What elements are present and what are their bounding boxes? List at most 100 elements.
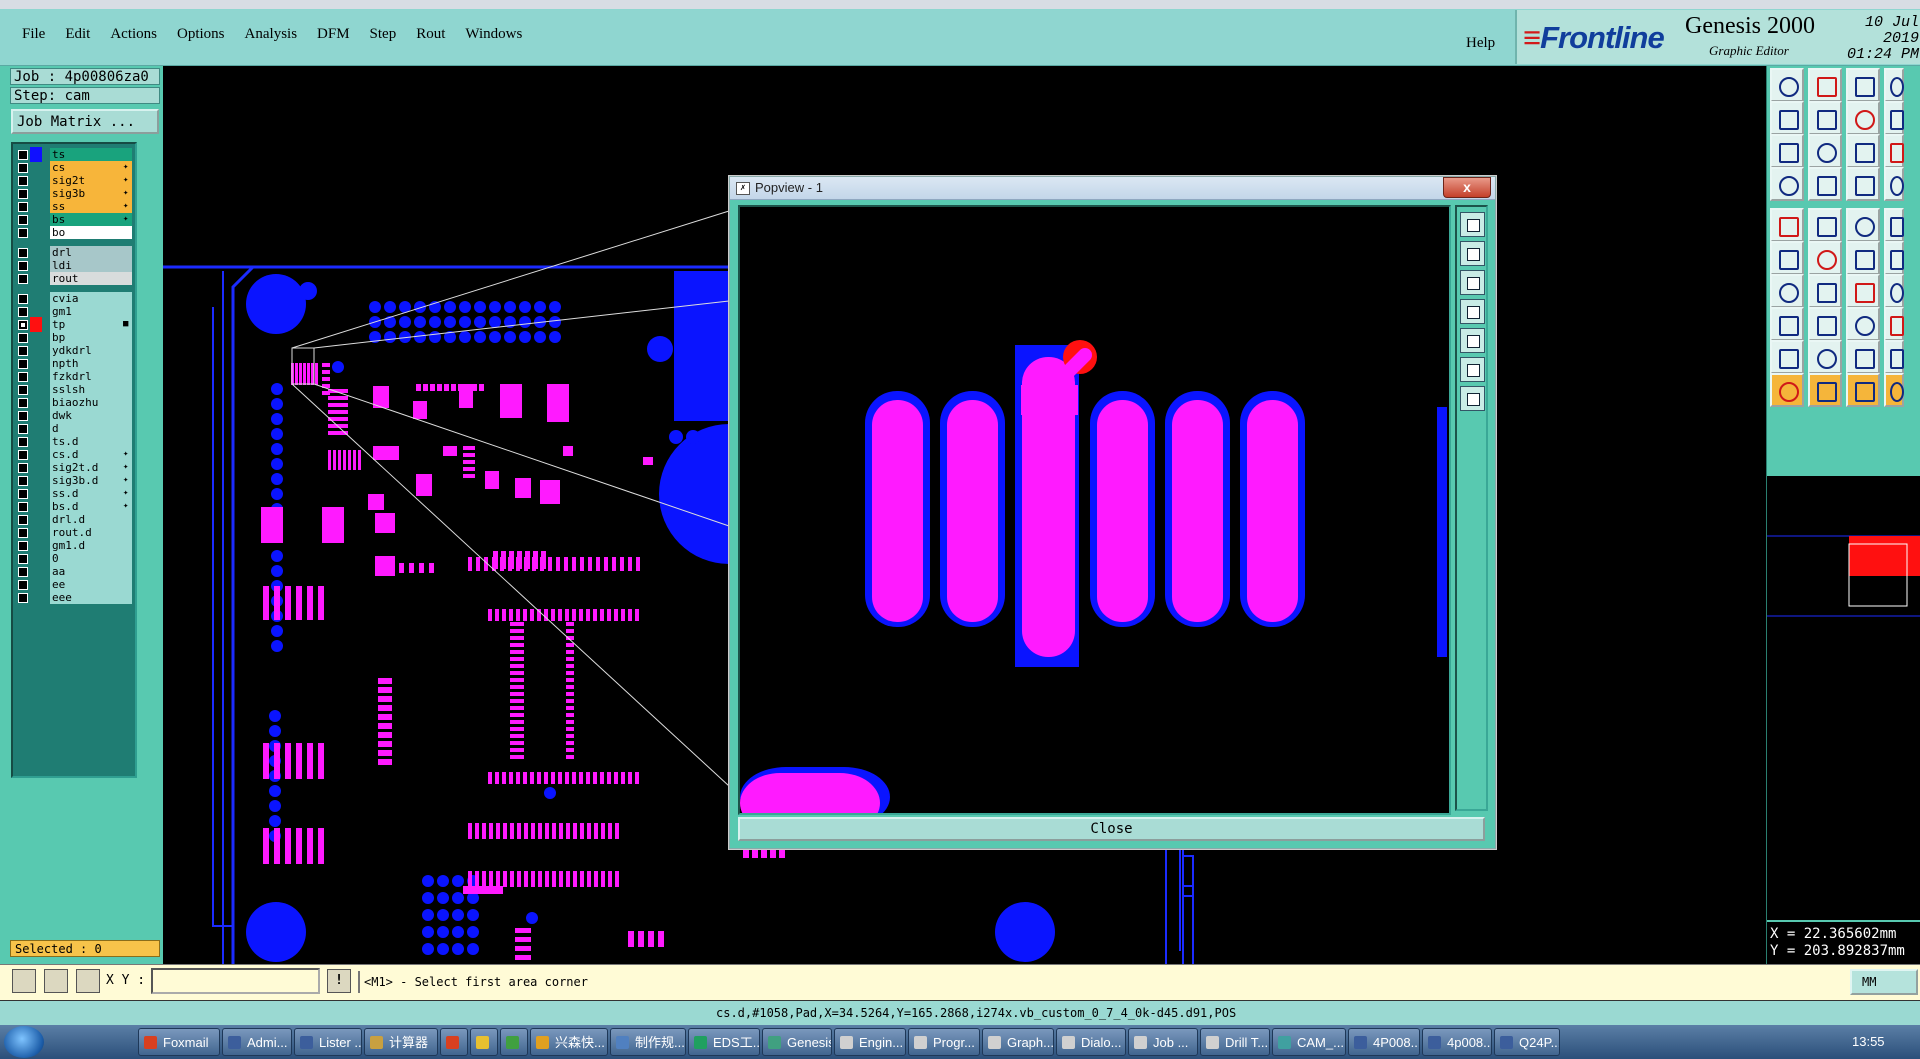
snap-red-icon[interactable] [1846, 167, 1880, 201]
layer-checkbox[interactable] [18, 150, 28, 160]
layout-icon[interactable] [1884, 68, 1904, 102]
layer-checkbox[interactable] [18, 476, 28, 486]
zoom-next-icon[interactable] [1808, 101, 1842, 135]
layer-checkbox[interactable] [18, 567, 28, 577]
settings-icon[interactable] [1770, 167, 1804, 201]
layer-checkbox[interactable] [18, 228, 28, 238]
start-button[interactable] [4, 1026, 44, 1058]
close-button[interactable]: Close [738, 817, 1485, 841]
open-job-icon[interactable] [1770, 68, 1804, 102]
taskbar-item[interactable]: Q24P... [1494, 1028, 1560, 1056]
zoom-prev-icon[interactable] [1770, 101, 1804, 135]
taskbar-item[interactable]: Engin... [834, 1028, 906, 1056]
layer-checkbox[interactable] [18, 463, 28, 473]
taskbar-item[interactable]: CAM_... [1272, 1028, 1346, 1056]
layer-checkbox[interactable] [18, 437, 28, 447]
taskbar-item[interactable]: Genesis [762, 1028, 832, 1056]
menu-analysis[interactable]: Analysis [245, 26, 298, 43]
fit-all-icon[interactable] [1460, 357, 1485, 382]
text-f-icon[interactable] [1884, 274, 1904, 308]
select2-icon[interactable] [1808, 373, 1842, 407]
grid-toggle-icon[interactable] [1808, 167, 1842, 201]
zoom-out-icon[interactable] [1460, 270, 1485, 295]
angle-icon[interactable] [1770, 274, 1804, 308]
layer-checkbox[interactable] [18, 189, 28, 199]
cross-icon[interactable] [1808, 241, 1842, 275]
triangle4-icon[interactable] [1884, 340, 1904, 374]
board-overview[interactable] [1767, 476, 1920, 920]
pan-left-icon[interactable] [1460, 299, 1485, 324]
taskbar-item[interactable]: Foxmail [138, 1028, 220, 1056]
zoom-fit-icon[interactable] [1770, 134, 1804, 168]
ratio-icon[interactable] [1846, 101, 1880, 135]
layer-checkbox[interactable] [18, 411, 28, 421]
layer-name[interactable]: rout [50, 272, 132, 285]
node2-icon[interactable] [1884, 241, 1904, 275]
layer-row[interactable]: bo [13, 225, 133, 240]
taskbar-item[interactable]: Job ... [1128, 1028, 1198, 1056]
layer-checkbox[interactable] [18, 333, 28, 343]
menu-help[interactable]: Help [1466, 35, 1495, 52]
grid-icon[interactable] [76, 969, 100, 993]
layer-checkbox[interactable] [18, 346, 28, 356]
layer-checkbox[interactable] [18, 274, 28, 284]
line-red-icon[interactable] [1808, 208, 1842, 242]
popview-canvas[interactable] [738, 205, 1451, 815]
taskbar-item[interactable]: Drill T... [1200, 1028, 1270, 1056]
layer-row[interactable]: eee [13, 590, 133, 605]
pad-icon[interactable] [1770, 208, 1804, 242]
menu-options[interactable]: Options [177, 26, 225, 43]
layer-checkbox[interactable] [18, 398, 28, 408]
arc-icon[interactable] [1846, 274, 1880, 308]
menu-rout[interactable]: Rout [416, 26, 445, 43]
layer-checkbox[interactable] [18, 372, 28, 382]
node-icon[interactable] [1846, 241, 1880, 275]
layer-checkbox[interactable] [18, 294, 28, 304]
menu-edit[interactable]: Edit [65, 26, 90, 43]
popview-titlebar[interactable]: ✗ Popview - 1 x [730, 177, 1495, 200]
taskbar-item[interactable]: Graph... [982, 1028, 1054, 1056]
layer-name[interactable]: eee [50, 591, 132, 604]
taskbar-item[interactable] [440, 1028, 468, 1056]
zoom-in-icon[interactable] [1460, 241, 1485, 266]
job-matrix-button[interactable]: Job Matrix ... [11, 109, 159, 134]
group-icon[interactable] [1884, 307, 1904, 341]
layer-checkbox[interactable] [18, 593, 28, 603]
snap-icon[interactable] [12, 969, 36, 993]
home-icon[interactable] [1846, 68, 1880, 102]
close-icon[interactable]: x [1443, 177, 1491, 198]
layer-checkbox[interactable] [18, 163, 28, 173]
taskbar-item[interactable]: Progr... [908, 1028, 980, 1056]
taskbar-item[interactable]: EDS工... [688, 1028, 760, 1056]
add-pad-icon[interactable] [1770, 307, 1804, 341]
taskbar-item[interactable]: 制作规... [610, 1028, 686, 1056]
diagonal-icon[interactable] [1808, 274, 1842, 308]
layer-checkbox[interactable] [18, 261, 28, 271]
layer-checkbox[interactable] [18, 528, 28, 538]
taskbar-item[interactable]: 兴森快... [530, 1028, 608, 1056]
help-icon[interactable] [1884, 134, 1904, 168]
snap-alt-icon[interactable] [1884, 167, 1904, 201]
menu-actions[interactable]: Actions [110, 26, 157, 43]
menu-step[interactable]: Step [370, 26, 397, 43]
taskbar-item[interactable]: Admi... [222, 1028, 292, 1056]
taskbar-item[interactable]: Dialo... [1056, 1028, 1126, 1056]
circle-icon[interactable] [1884, 208, 1904, 242]
bar-icon[interactable] [1846, 208, 1880, 242]
layer-checkbox[interactable] [18, 450, 28, 460]
zoom-fit-icon[interactable] [1460, 212, 1485, 237]
connect-icon[interactable] [1770, 241, 1804, 275]
taskbar-item[interactable]: 计算器 [364, 1028, 438, 1056]
layer-row[interactable]: rout [13, 271, 133, 286]
triangle-icon[interactable] [1770, 340, 1804, 374]
taskbar-item[interactable]: 4p008... [1422, 1028, 1492, 1056]
units-button[interactable]: MM [1850, 969, 1918, 995]
layer-checkbox[interactable] [18, 385, 28, 395]
select3-icon[interactable] [1846, 373, 1880, 407]
layer-checkbox[interactable] [18, 554, 28, 564]
layer-checkbox[interactable] [18, 320, 28, 330]
menu-windows[interactable]: Windows [465, 26, 522, 43]
pan-icon[interactable] [1808, 134, 1842, 168]
layer-checkbox[interactable] [18, 541, 28, 551]
line-icon[interactable] [1808, 307, 1842, 341]
